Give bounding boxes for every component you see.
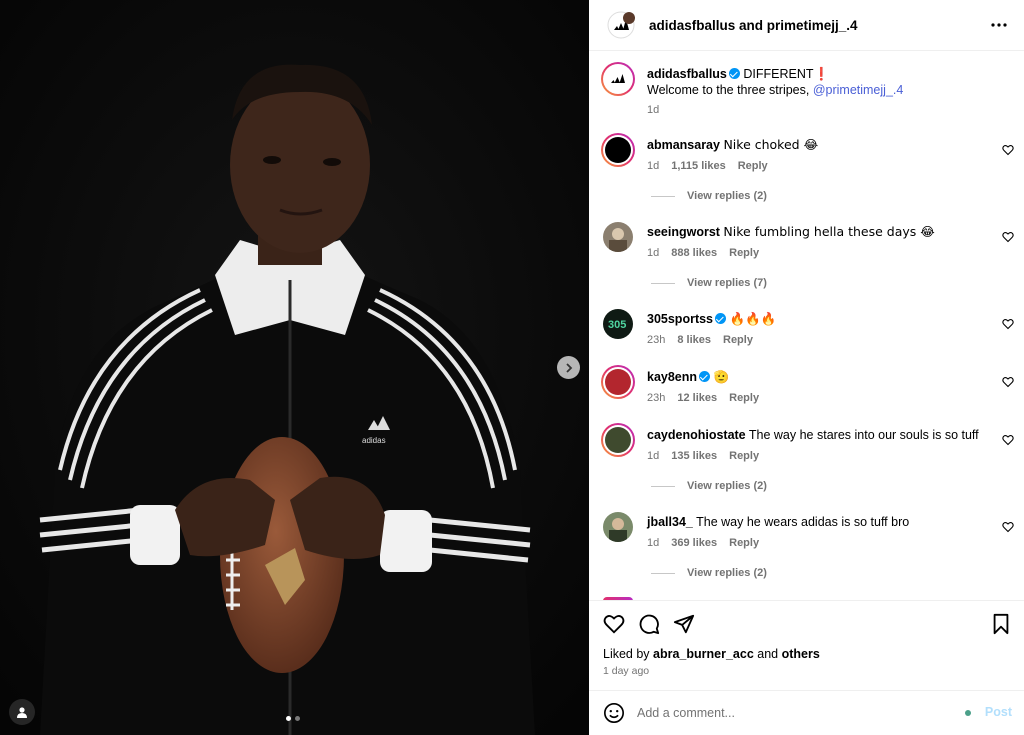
view-replies-button[interactable]: View replies (2) xyxy=(651,567,767,579)
post-media[interactable]: adidas xyxy=(0,0,589,735)
comment-icon[interactable] xyxy=(638,613,660,635)
post-time: 1 day ago xyxy=(603,665,650,677)
comment-meta: 1d 369 likes Reply xyxy=(647,537,760,549)
bookmark-icon[interactable] xyxy=(990,613,1012,635)
comment-meta: 1d 1,115 likes Reply xyxy=(647,160,768,172)
comment-time: 1d xyxy=(647,160,660,172)
verified-badge-icon xyxy=(699,371,711,382)
caption-emoji: ❗ xyxy=(813,66,830,81)
caption-avatar[interactable] xyxy=(601,62,635,96)
comment-likes[interactable]: 8 likes xyxy=(677,334,711,346)
caption-username[interactable]: adidasfballus xyxy=(647,67,727,81)
svg-text:adidas: adidas xyxy=(362,436,386,445)
next-slide-button[interactable] xyxy=(557,356,580,379)
comment-reply-button[interactable]: Reply xyxy=(723,334,753,346)
liked-by-user[interactable]: abra_burner_acc xyxy=(653,647,754,661)
comment-avatar[interactable] xyxy=(601,365,635,399)
comment-reply-button[interactable]: Reply xyxy=(738,160,768,172)
adidas-logo-icon xyxy=(605,66,631,92)
post-panel: adidasfballus and primetimejj_.4 adidasf… xyxy=(589,0,1024,735)
caption-text: adidasfballus DIFFERENT❗ Welcome to the … xyxy=(647,66,984,98)
comment-username[interactable]: caydenohiostate xyxy=(647,428,746,442)
comment-likes[interactable]: 369 likes xyxy=(671,537,717,549)
comment-reply-button[interactable]: Reply xyxy=(729,392,759,404)
comment-likes[interactable]: 12 likes xyxy=(677,392,717,404)
comment-text: jball34_ The way he wears adidas is so t… xyxy=(647,514,984,530)
like-comment-heart-icon[interactable] xyxy=(1002,231,1014,243)
comment-avatar[interactable] xyxy=(601,423,635,457)
comments-list[interactable]: adidasfballus DIFFERENT❗ Welcome to the … xyxy=(589,52,1024,600)
comment-reply-button[interactable]: Reply xyxy=(729,450,759,462)
add-comment-bar: Post xyxy=(589,690,1024,735)
comment-input[interactable] xyxy=(637,703,937,723)
comment-reply-button[interactable]: Reply xyxy=(729,247,759,259)
caption-time: 1d xyxy=(647,104,660,116)
more-horizontal-icon xyxy=(991,23,1007,27)
comment-text: caydenohiostate The way he stares into o… xyxy=(647,427,984,443)
like-comment-heart-icon[interactable] xyxy=(1002,318,1014,330)
view-replies-button[interactable]: View replies (7) xyxy=(651,277,767,289)
verified-badge-icon xyxy=(715,313,727,324)
like-comment-heart-icon[interactable] xyxy=(1002,144,1014,156)
more-options-button[interactable] xyxy=(988,14,1010,36)
like-comment-heart-icon[interactable] xyxy=(1002,376,1014,388)
heart-icon[interactable] xyxy=(603,613,625,635)
share-icon[interactable] xyxy=(673,613,695,635)
comment-body: The way he wears adidas is so tuff bro xyxy=(696,515,910,529)
comment-username[interactable]: seeingworst xyxy=(647,225,720,239)
verified-badge-icon xyxy=(728,68,740,79)
view-replies-button[interactable]: View replies (2) xyxy=(651,190,767,202)
svg-text:305: 305 xyxy=(608,319,626,331)
comment-username[interactable]: 305sportss xyxy=(647,312,713,326)
comment-meta: 23h 12 likes Reply xyxy=(647,392,760,404)
comment-meta: 23h 8 likes Reply xyxy=(647,334,753,346)
comment-avatar[interactable] xyxy=(603,512,633,542)
liked-by-others[interactable]: others xyxy=(782,647,820,661)
comment-likes[interactable]: 135 likes xyxy=(671,450,717,462)
comment-text: abmansaray Nike choked 😂 xyxy=(647,137,984,153)
caption-line-1: DIFFERENT xyxy=(743,67,814,81)
carousel-dot xyxy=(286,716,291,721)
comment-text: kay8enn 🫡 xyxy=(647,369,984,385)
caption-line-2: Welcome to the three stripes, xyxy=(647,83,813,97)
liked-by: Liked by abra_burner_acc and others xyxy=(603,647,820,661)
comment-meta: 1d 888 likes Reply xyxy=(647,247,760,259)
post-photo: adidas xyxy=(0,0,589,735)
comment-body: Nike fumbling hella these days 😂 xyxy=(723,224,935,239)
comment-avatar[interactable] xyxy=(601,133,635,167)
like-comment-heart-icon[interactable] xyxy=(1002,521,1014,533)
carousel-dot xyxy=(295,716,300,721)
comment-reply-button[interactable]: Reply xyxy=(729,537,759,549)
comment-body: The way he stares into our souls is so t… xyxy=(748,428,979,442)
comment-likes[interactable]: 1,115 likes xyxy=(671,160,725,172)
caption-meta: 1d xyxy=(647,104,659,116)
comment-username[interactable]: jball34_ xyxy=(647,515,693,529)
comment-text: seeingworst Nike fumbling hella these da… xyxy=(647,224,984,240)
comment-avatar[interactable] xyxy=(603,222,633,252)
comment-body: 🔥🔥🔥 xyxy=(729,311,777,326)
status-dot xyxy=(965,710,971,716)
comment-body: 🫡 xyxy=(713,369,730,384)
comment-likes[interactable]: 888 likes xyxy=(671,247,717,259)
header-avatar[interactable] xyxy=(607,11,635,39)
caption-mention[interactable]: @primetimejj_.4 xyxy=(813,83,904,97)
post-header: adidasfballus and primetimejj_.4 xyxy=(589,0,1024,51)
comment-text: 305sportss 🔥🔥🔥 xyxy=(647,311,984,327)
chevron-right-icon xyxy=(565,362,572,373)
emoji-icon[interactable] xyxy=(603,702,625,724)
comment-body: Nike choked 😂 xyxy=(723,137,819,152)
adidas-avatar-icon xyxy=(607,11,635,39)
carousel-indicator xyxy=(286,716,300,721)
tagged-users-button[interactable] xyxy=(9,699,35,725)
comment-username[interactable]: abmansaray xyxy=(647,138,720,152)
post-comment-button[interactable]: Post xyxy=(985,705,1012,719)
view-replies-button[interactable]: View replies (2) xyxy=(651,480,767,492)
like-comment-heart-icon[interactable] xyxy=(1002,434,1014,446)
header-title[interactable]: adidasfballus and primetimejj_.4 xyxy=(649,18,858,33)
comment-username[interactable]: kay8enn xyxy=(647,370,697,384)
user-icon xyxy=(17,707,27,718)
comment-avatar[interactable]: 305 xyxy=(603,309,633,339)
post-actions xyxy=(589,600,1024,690)
comment-meta: 1d 135 likes Reply xyxy=(647,450,760,462)
